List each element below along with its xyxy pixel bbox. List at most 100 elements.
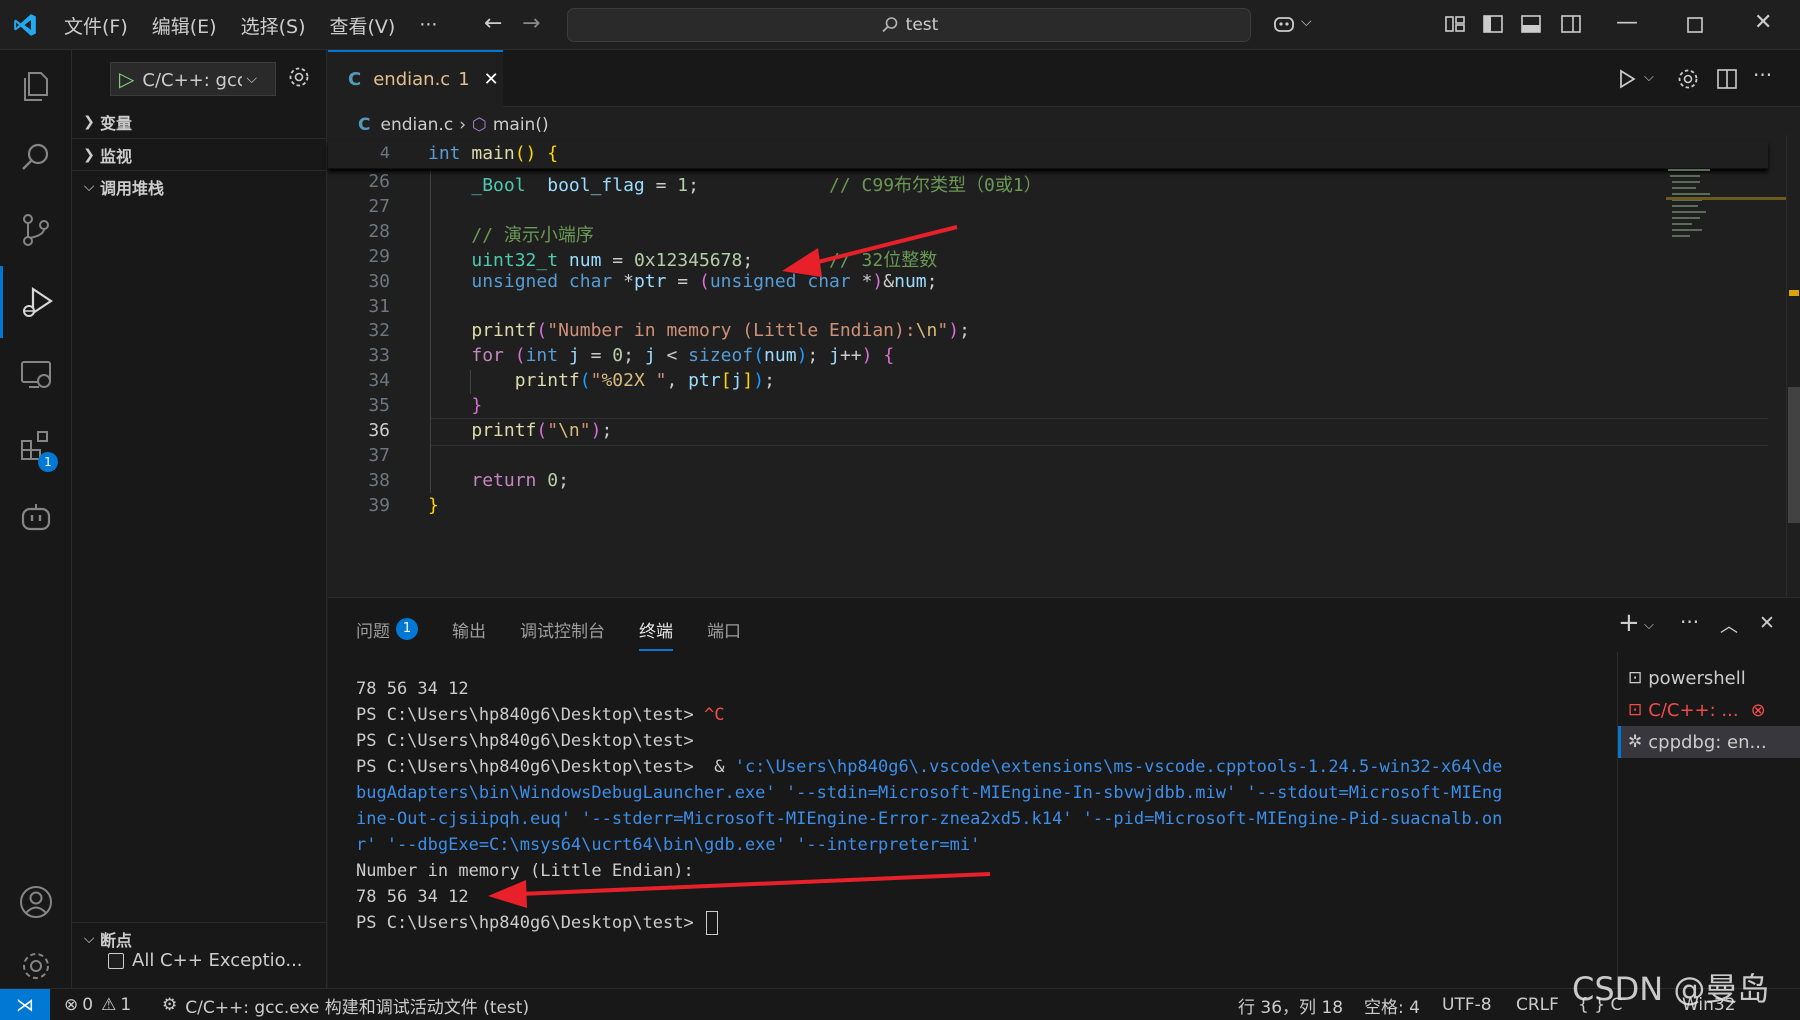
source-control-button[interactable] — [0, 194, 72, 266]
code-line: for (int j = 0; j < sizeof(num); j++) { — [428, 345, 894, 366]
menu-edit[interactable]: 编辑(E) — [152, 12, 217, 39]
run-and-debug-button[interactable] — [0, 266, 72, 338]
tab-debug-console[interactable]: 调试控制台 — [520, 617, 605, 642]
code-token: unsigned — [471, 270, 559, 292]
files-icon — [24, 72, 48, 101]
extensions-button[interactable]: 1 — [0, 410, 72, 482]
terminal-line: r' '--dbgExe=C:\msys64\ucrt64\bin\gdb.ex… — [356, 832, 1626, 858]
scrollbar-thumb[interactable] — [1788, 387, 1800, 523]
breakpoint-item[interactable]: All C++ Exceptio... — [108, 950, 303, 971]
watch-section-header[interactable]: ❯ 监视 — [72, 138, 326, 170]
debug-settings-gear-icon[interactable] — [286, 64, 312, 90]
terminal-line: ine-Out-cjsiipqh.euq' '--stderr=Microsof… — [356, 806, 1626, 832]
terminal-profile-chevron-icon[interactable]: ⌵ — [1644, 618, 1654, 633]
account-icon — [20, 886, 52, 918]
close-window-icon[interactable]: ✕ — [1754, 10, 1772, 35]
code-token: char — [807, 270, 851, 292]
line-number: 33 — [368, 345, 390, 367]
code-token: } — [428, 494, 439, 516]
breadcrumb-symbol[interactable]: main() — [493, 115, 549, 135]
tab-terminal[interactable]: 终端 — [639, 617, 673, 651]
maximize-icon[interactable] — [1686, 16, 1704, 34]
explorer-button[interactable] — [0, 50, 72, 122]
split-editor-icon[interactable] — [1716, 67, 1738, 91]
callstack-section-header[interactable]: ⌵ 调用堆栈 — [72, 170, 326, 202]
start-debugging-icon[interactable]: ▷ — [119, 67, 134, 91]
code-token: ; — [926, 270, 938, 292]
run-file-icon[interactable] — [1616, 67, 1638, 91]
minimize-icon[interactable]: — — [1616, 10, 1638, 35]
code-token: ; — [764, 370, 775, 392]
menu-view[interactable]: 查看(V) — [330, 12, 396, 39]
terminal-item-label: C/C++: ... — [1648, 699, 1739, 721]
menu-selection[interactable]: 选择(S) — [241, 12, 306, 39]
code-token: ptr — [688, 370, 721, 392]
code-token: ( — [536, 420, 548, 441]
indentation[interactable]: 空格: 4 — [1364, 989, 1420, 1020]
debug-bug-icon: ✲ — [1628, 732, 1643, 752]
breakpoint-checkbox[interactable] — [108, 952, 124, 969]
maximize-panel-icon[interactable]: ︿ — [1720, 612, 1738, 638]
code-token: int — [525, 345, 559, 367]
remote-explorer-button[interactable] — [0, 338, 72, 410]
accounts-button[interactable] — [0, 866, 72, 938]
terminal-item-cppdbg[interactable]: ✲ cppdbg: en... — [1618, 726, 1800, 758]
sticky-space — [461, 143, 472, 164]
code-line: // 演示小端序 — [428, 221, 594, 247]
debug-target-status[interactable]: ⚙ C/C++: gcc.exe 构建和调试活动文件 (test) — [162, 989, 529, 1020]
line-ending[interactable]: CRLF — [1516, 989, 1559, 1020]
editor-area: C endian.c 1 ✕ ⌵ ··· C endian.c › ⬡ main… — [328, 50, 1800, 597]
forward-arrow-icon[interactable]: → — [522, 11, 540, 36]
code-token: = — [601, 249, 634, 271]
menu-more[interactable]: ··· — [419, 14, 437, 36]
new-terminal-plus-icon[interactable]: + — [1618, 608, 1640, 638]
terminal-text: bugAdapters\bin\WindowsDebugLauncher.exe… — [356, 783, 1503, 803]
variables-section-header[interactable]: ❯ 变量 — [72, 106, 326, 138]
menu-file[interactable]: 文件(F) — [64, 12, 128, 39]
tab-problems[interactable]: 问题 1 — [356, 617, 418, 642]
code-line: } — [428, 495, 439, 516]
command-center-search[interactable]: test — [567, 8, 1251, 42]
minimap[interactable] — [1666, 135, 1786, 255]
c-file-icon: C — [348, 69, 362, 90]
toggle-secondary-sidebar-icon[interactable] — [1560, 14, 1582, 34]
close-panel-icon[interactable]: ✕ — [1759, 612, 1775, 634]
terminal-output[interactable]: 78 56 34 12 PS C:\Users\hp840g6\Desktop\t… — [356, 676, 1626, 936]
search-button[interactable] — [0, 122, 72, 194]
run-options-chevron-icon[interactable]: ⌵ — [1644, 70, 1654, 94]
warning-count: 1 — [120, 995, 132, 1015]
customize-layout-icon[interactable] — [1444, 14, 1466, 34]
tab-ports[interactable]: 端口 — [707, 617, 741, 642]
terminal-text: ine-Out-cjsiipqh.euq' '--stderr=Microsof… — [356, 809, 1503, 829]
remote-indicator-icon[interactable]: ⋊ — [0, 989, 50, 1020]
breadcrumb-file[interactable]: endian.c — [380, 115, 453, 135]
toggle-primary-sidebar-icon[interactable] — [1482, 14, 1504, 34]
code-token: = — [579, 345, 613, 367]
panel-more-actions-icon[interactable]: ··· — [1680, 610, 1699, 634]
terminal-item-cpp-task[interactable]: ⊡ C/C++: ... ⊗ — [1618, 694, 1800, 726]
tab-endian-c[interactable]: C endian.c 1 ✕ — [328, 50, 503, 107]
problems-status[interactable]: ⊗ 0 ⚠ 1 — [64, 989, 131, 1020]
terminal-item-powershell[interactable]: ⊡ powershell — [1618, 662, 1800, 694]
code-token: " — [937, 320, 949, 342]
back-arrow-icon[interactable]: ← — [484, 11, 502, 36]
settings-gear-icon[interactable] — [1676, 67, 1700, 91]
copilot-icon[interactable] — [1272, 14, 1296, 34]
more-actions-icon[interactable]: ··· — [1753, 63, 1772, 87]
close-tab-icon[interactable]: ✕ — [484, 69, 499, 90]
encoding[interactable]: UTF-8 — [1442, 989, 1492, 1020]
debug-config-select[interactable]: ▷ C/C++: gcc.exe 构建和调试活动文件 ⌵ — [110, 62, 276, 96]
code-token: char — [568, 270, 613, 292]
sticky-function: main — [471, 143, 515, 164]
copilot-chevron-icon[interactable]: ⌵ — [1301, 14, 1312, 30]
sticky-scroll-header[interactable]: 4 int main() { — [328, 141, 1768, 169]
code-token: bool_flag — [547, 175, 645, 196]
cursor-position[interactable]: 行 36，列 18 — [1238, 989, 1343, 1020]
copilot-chat-button[interactable] — [0, 482, 72, 554]
editor-scrollbar[interactable] — [1786, 135, 1800, 597]
extensions-badge: 1 — [38, 452, 58, 472]
terminal-line: PS C:\Users\hp840g6\Desktop\test> ^C — [356, 702, 1626, 728]
toggle-panel-icon[interactable] — [1520, 14, 1542, 34]
tab-output[interactable]: 输出 — [452, 617, 486, 642]
